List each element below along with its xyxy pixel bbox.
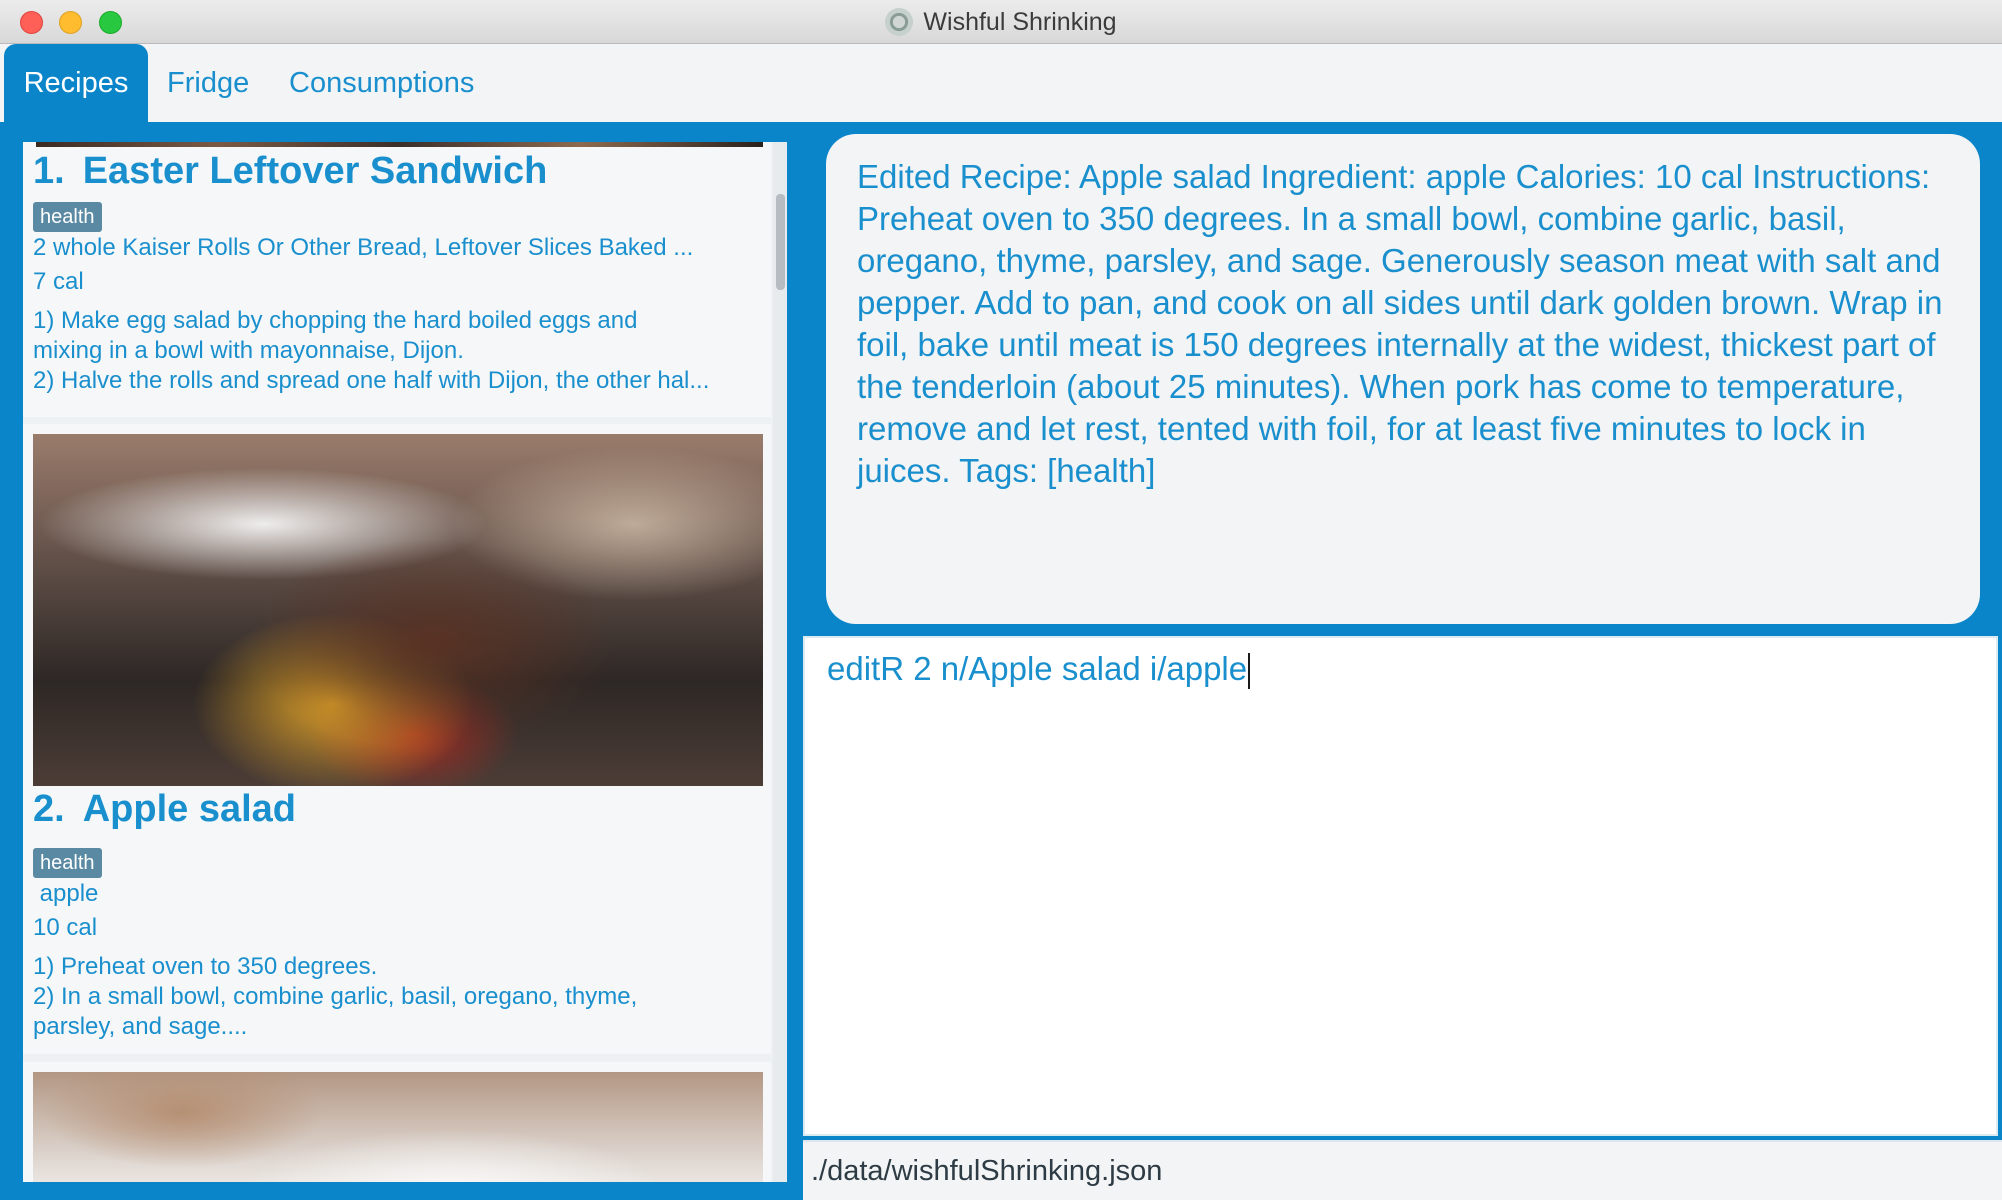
tab-recipes[interactable]: Recipes: [4, 44, 148, 122]
recipe-ingredients: apple: [33, 880, 99, 907]
recipe-name: Easter Leftover Sandwich: [82, 150, 548, 192]
recipe-step-line: 1) Preheat oven to 350 degrees.: [33, 953, 378, 980]
result-display: Edited Recipe: Apple salad Ingredient: a…: [826, 134, 1980, 624]
tab-consumptions[interactable]: Consumptions: [289, 44, 474, 122]
recipe-name: Apple salad: [82, 788, 296, 830]
command-box[interactable]: editR 2 n/Apple salad i/apple: [803, 636, 1998, 1136]
recipe-card[interactable]: 2. Apple salad health apple 10 cal 1) Pre…: [23, 424, 771, 1054]
tab-fridge[interactable]: Fridge: [167, 44, 249, 122]
recipe-index: 1.: [33, 150, 65, 192]
recipe-step-line: 2) In a small bowl, combine garlic, basi…: [33, 983, 638, 1010]
recipe-image: [33, 1072, 763, 1182]
window-titlebar: Wishful Shrinking: [0, 0, 2002, 44]
recipe-step-line: 2) Halve the rolls and spread one half w…: [33, 367, 710, 394]
recipe-calories: 7 cal: [33, 268, 84, 295]
list-scrollbar[interactable]: [773, 142, 787, 1182]
recipe-ingredients: 2 whole Kaiser Rolls Or Other Bread, Lef…: [33, 234, 694, 261]
recipe-image: [33, 434, 763, 786]
scrollbar-thumb[interactable]: [776, 194, 785, 290]
recipe-step-line: mixing in a bowl with mayonnaise, Dijon.: [33, 337, 464, 364]
recipe-title: 2. Apple salad: [33, 788, 296, 831]
status-bar: ./data/wishfulShrinking.json: [803, 1140, 2002, 1200]
tab-bar: Recipes Fridge Consumptions: [0, 44, 2002, 122]
recipe-list[interactable]: 1. Easter Leftover Sandwich health 2 whol…: [23, 142, 787, 1182]
recipe-card[interactable]: 1. Easter Leftover Sandwich health 2 whol…: [23, 142, 771, 417]
recipe-image: [36, 142, 763, 147]
recipe-instructions: 1) Preheat oven to 350 degrees. 2) In a …: [33, 952, 753, 1042]
command-input[interactable]: editR 2 n/Apple salad i/apple: [827, 650, 1251, 690]
recipe-calories: 10 cal: [33, 914, 98, 941]
recipe-step-line: parsley, and sage....: [33, 1013, 248, 1040]
recipe-tag: health: [33, 848, 102, 878]
recipe-instructions: 1) Make egg salad by chopping the hard b…: [33, 306, 753, 396]
recipe-title: 1. Easter Leftover Sandwich: [33, 150, 547, 193]
text-cursor: [1248, 653, 1251, 690]
title-wrapper: Wishful Shrinking: [0, 0, 2002, 44]
recipe-index: 2.: [33, 788, 65, 830]
window-title: Wishful Shrinking: [923, 7, 1117, 36]
recipe-card[interactable]: [23, 1062, 771, 1182]
recipe-tag: health: [33, 202, 102, 232]
command-text: editR 2 n/Apple salad i/apple: [827, 650, 1248, 687]
recipe-step-line: 1) Make egg salad by chopping the hard b…: [33, 307, 638, 334]
data-file-path: ./data/wishfulShrinking.json: [811, 1155, 1163, 1187]
app-logo-icon: [885, 8, 914, 36]
result-message: Edited Recipe: Apple salad Ingredient: a…: [857, 158, 1943, 489]
